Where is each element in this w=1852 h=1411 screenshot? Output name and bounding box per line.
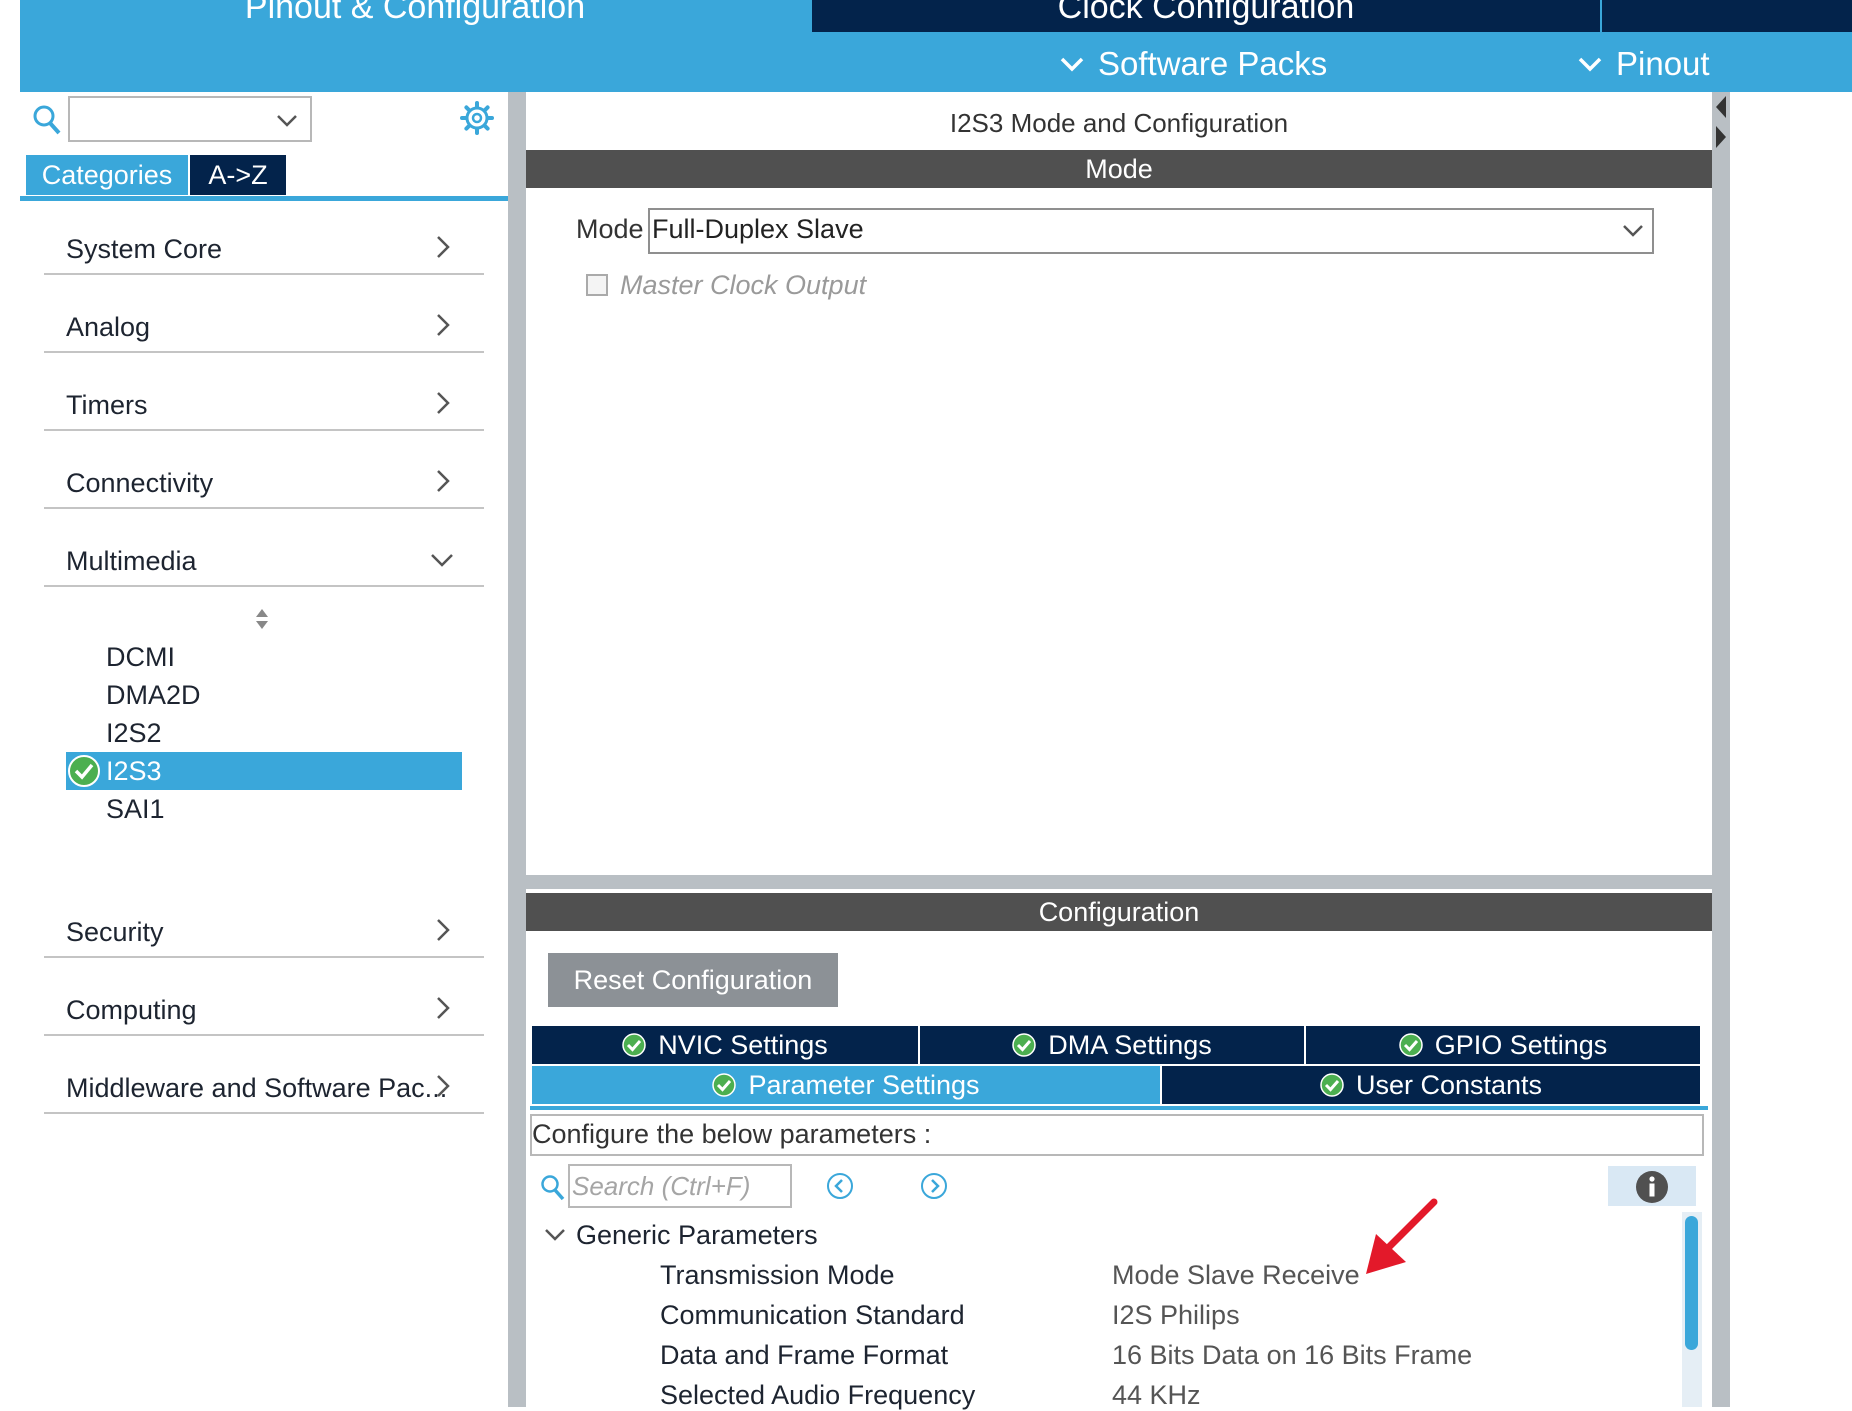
param-value[interactable]: 44 KHz (1112, 1380, 1201, 1411)
param-value[interactable]: I2S Philips (1112, 1300, 1240, 1331)
chevron-right-icon (437, 470, 450, 492)
software-packs-menu[interactable]: Software Packs (1060, 40, 1327, 88)
info-icon[interactable] (1635, 1170, 1669, 1204)
chevron-down-icon (1578, 57, 1602, 72)
category-label: Connectivity (66, 468, 214, 498)
category-label: Middleware and Software Pac... (66, 1073, 448, 1103)
tab-a-to-z[interactable]: A->Z (190, 155, 286, 195)
param-name: Transmission Mode (660, 1260, 895, 1290)
tab-pinout-label: Pinout & Configuration (244, 0, 586, 26)
pinout-menu-label: Pinout (1616, 45, 1710, 82)
tab-gpio-settings[interactable]: GPIO Settings (1306, 1026, 1700, 1064)
pinout-menu[interactable]: Pinout (1578, 40, 1710, 88)
tab-parameter-label: Parameter Settings (748, 1069, 980, 1100)
tab-parameter-settings[interactable]: Parameter Settings (532, 1066, 1160, 1104)
tab-nvic-settings[interactable]: NVIC Settings (532, 1026, 918, 1064)
param-name: Selected Audio Frequency (660, 1380, 976, 1410)
search-icon[interactable] (32, 104, 62, 136)
tab-user-constants-label: User Constants (1355, 1069, 1543, 1100)
configuration-section-header: Configuration (526, 893, 1712, 931)
parameter-scrollbar-thumb[interactable] (1685, 1216, 1698, 1350)
category-analog[interactable]: Analog (44, 277, 484, 353)
category-label: Multimedia (66, 546, 197, 576)
category-label: Analog (66, 312, 151, 342)
check-circle-icon (622, 1033, 646, 1057)
category-timers[interactable]: Timers (44, 355, 484, 431)
next-match-icon[interactable] (920, 1172, 948, 1200)
component-dma2d[interactable]: DMA2D (106, 676, 201, 714)
param-value[interactable]: 16 Bits Data on 16 Bits Frame (1112, 1340, 1472, 1371)
tab-dma-settings[interactable]: DMA Settings (920, 1026, 1304, 1064)
chevron-right-icon (437, 1075, 450, 1097)
panel-title: I2S3 Mode and Configuration (949, 108, 1289, 138)
hint-text: Configure the below parameters : (532, 1119, 932, 1149)
previous-match-icon[interactable] (826, 1172, 854, 1200)
category-connectivity[interactable]: Connectivity (44, 433, 484, 509)
software-packs-label: Software Packs (1098, 45, 1328, 82)
tab-categories[interactable]: Categories (26, 155, 188, 195)
param-name: Data and Frame Format (660, 1340, 949, 1370)
chevron-down-icon[interactable] (544, 1228, 566, 1242)
collapse-right-icon[interactable] (1712, 124, 1730, 150)
param-name: Communication Standard (660, 1300, 965, 1330)
category-computing[interactable]: Computing (44, 960, 484, 1036)
tab-next[interactable] (1602, 0, 1852, 32)
category-multimedia[interactable]: Multimedia (44, 511, 484, 587)
chevron-down-icon (1060, 57, 1084, 72)
chevron-down-icon[interactable] (1622, 224, 1644, 238)
parameter-search-placeholder: Search (Ctrl+F) (572, 1171, 751, 1201)
check-circle-icon (1398, 1033, 1423, 1057)
mode-label: Mode (576, 214, 644, 244)
collapse-left-icon[interactable] (1712, 94, 1730, 120)
tab-clock-label: Clock Configuration (1057, 0, 1355, 26)
vertical-splitter[interactable] (508, 92, 526, 1407)
check-circle-icon (68, 755, 100, 787)
master-clock-output-checkbox[interactable] (586, 274, 608, 296)
search-icon[interactable] (540, 1174, 566, 1202)
tab-gpio-label: GPIO Settings (1434, 1029, 1608, 1060)
category-system-core[interactable]: System Core (44, 199, 484, 275)
parameter-group-generic[interactable]: Generic Parameters (576, 1220, 818, 1251)
tab-pinout-configuration[interactable]: Pinout & Configuration (20, 0, 810, 32)
component-sai1[interactable]: SAI1 (106, 790, 165, 828)
category-label: System Core (66, 234, 223, 264)
master-clock-output-label: Master Clock Output (620, 270, 867, 300)
right-panel-splitter[interactable] (1712, 92, 1730, 1407)
red-arrow-annotation (1366, 1198, 1438, 1274)
check-circle-icon (1012, 1033, 1036, 1057)
tab-dma-label: DMA Settings (1048, 1029, 1212, 1060)
chevron-right-icon (437, 392, 450, 414)
chevron-right-icon (437, 919, 450, 941)
category-security[interactable]: Security (44, 882, 484, 958)
right-margin (1730, 92, 1852, 1407)
component-i2s3[interactable]: I2S3 (106, 752, 162, 790)
check-circle-icon (712, 1073, 737, 1097)
tab-nvic-label: NVIC Settings (658, 1029, 828, 1060)
chevron-down-icon (431, 554, 453, 567)
reset-configuration-button[interactable]: Reset Configuration (548, 953, 838, 1007)
horizontal-splitter[interactable] (526, 875, 1712, 889)
category-label: Security (66, 917, 164, 947)
gear-icon[interactable] (460, 101, 494, 135)
param-value[interactable]: Mode Slave Receive (1112, 1260, 1360, 1291)
tab-clock-configuration[interactable]: Clock Configuration (812, 0, 1600, 32)
tab-underline (530, 1106, 1708, 1110)
tab-user-constants[interactable]: User Constants (1162, 1066, 1700, 1104)
chevron-down-icon[interactable] (276, 114, 298, 128)
component-i2s2[interactable]: I2S2 (106, 714, 162, 752)
component-dcmi[interactable]: DCMI (106, 638, 175, 676)
category-middleware[interactable]: Middleware and Software Pac... (44, 1038, 484, 1114)
check-circle-icon (1320, 1073, 1344, 1097)
sort-arrows-icon[interactable] (254, 607, 270, 631)
category-label: Computing (66, 995, 197, 1025)
mode-select-value: Full-Duplex Slave (652, 214, 864, 244)
mode-section-header: Mode (526, 150, 1712, 188)
chevron-right-icon (437, 236, 450, 258)
chevron-right-icon (437, 314, 450, 336)
chevron-right-icon (437, 997, 450, 1019)
category-label: Timers (66, 390, 148, 420)
